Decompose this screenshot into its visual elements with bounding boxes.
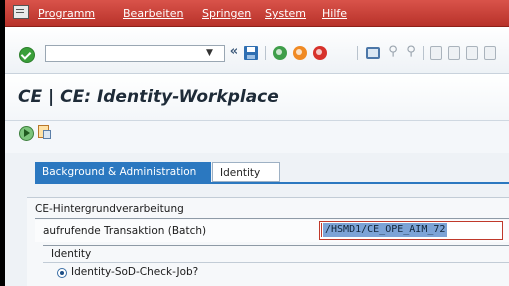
enter-icon[interactable] [19,47,35,63]
transaction-label: aufrufende Transaktion (Batch) [43,225,207,237]
toolbar-separator [265,46,266,60]
find-next-icon[interactable]: ⚲ [403,44,419,60]
cancel-icon[interactable] [313,46,327,60]
sap-window: Programm Bearbeiten Springen System Hilf… [5,0,509,286]
transaction-value[interactable]: /HSMD1/CE_OPE_AIM_72 [323,223,448,237]
subgroup-divider [43,245,509,246]
group-title: CE-Hintergrundverarbeitung [35,203,184,215]
first-page-icon[interactable] [430,46,442,60]
menu-bar: Programm Bearbeiten Springen System Hilf… [5,0,509,27]
save-icon[interactable] [244,46,258,60]
subgroup-title: Identity [51,248,92,260]
chevron-down-icon[interactable]: ▼ [206,48,213,58]
toolbar-separator [423,46,424,60]
identity-sod-radio-label[interactable]: Identity-SoD-Check-Job? [71,266,198,278]
next-page-icon[interactable] [466,46,478,60]
back-icon[interactable] [273,46,287,60]
group-divider [35,218,509,219]
window-menu-icon[interactable] [13,5,29,19]
tab-background-administration[interactable]: Background & Administration [35,162,211,182]
get-variant-icon[interactable] [38,125,51,139]
command-field[interactable] [45,45,225,62]
application-toolbar [5,121,509,153]
identity-sod-radio[interactable] [57,268,67,278]
menu-hilfe[interactable]: Hilfe [322,7,347,20]
menu-springen[interactable]: Springen [202,7,251,20]
menu-bearbeiten[interactable]: Bearbeiten [123,7,183,20]
find-icon[interactable]: ⚲ [385,44,401,60]
subgroup-divider-bottom [43,262,509,263]
tab-identity[interactable]: Identity [212,162,280,182]
last-page-icon[interactable] [484,46,496,60]
exit-icon[interactable] [293,46,307,60]
menu-programm[interactable]: Programm [38,7,95,20]
toolbar-separator [357,46,358,60]
previous-page-icon[interactable] [448,46,460,60]
page-title: CE | CE: Identity-Workplace [18,87,279,107]
back-double-arrow-icon[interactable]: « [226,44,242,60]
tab-strip-underline [35,182,509,184]
print-icon[interactable] [366,47,380,59]
menu-system[interactable]: System [265,7,306,20]
execute-icon[interactable] [19,126,34,141]
text-cursor [321,223,322,237]
